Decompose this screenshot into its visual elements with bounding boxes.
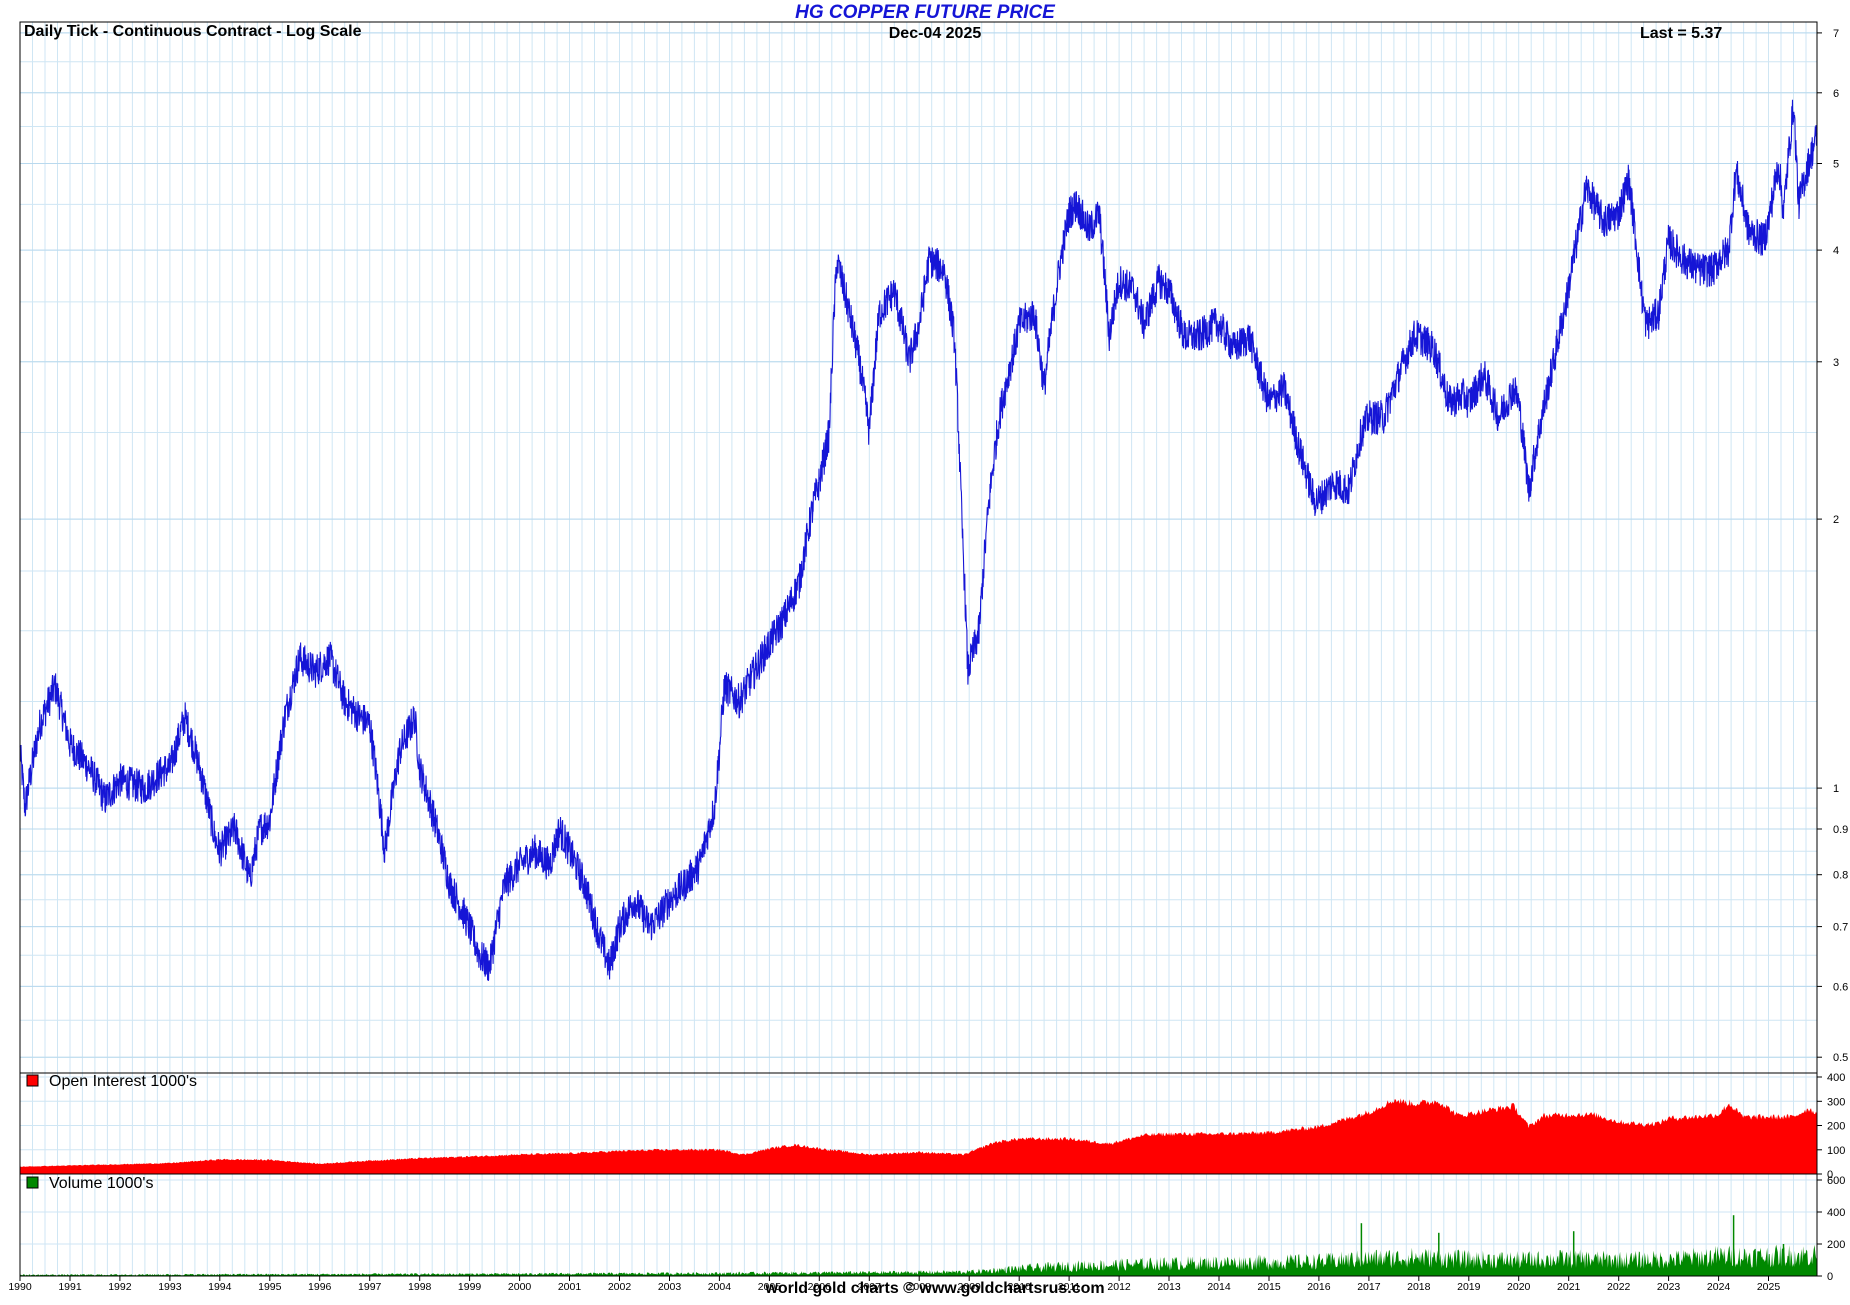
price-y-tick-label: 0.6 [1833, 981, 1848, 993]
oi-y-tick-label: 100 [1827, 1145, 1845, 1157]
volume-legend-swatch [26, 1176, 39, 1189]
price-y-tick-label: 5 [1833, 159, 1839, 171]
oi-y-tick-label: 400 [1827, 1072, 1845, 1084]
chart-title: HG COPPER FUTURE PRICE [795, 2, 1055, 23]
price-y-tick-label: 4 [1833, 245, 1839, 257]
vol-y-tick-label: 600 [1827, 1175, 1845, 1187]
price-y-tick-label: 1 [1833, 783, 1839, 795]
oi-y-tick-label: 300 [1827, 1096, 1845, 1108]
price-y-tick-label: 0.7 [1833, 922, 1848, 934]
price-y-tick-label: 2 [1833, 514, 1839, 526]
price-y-tick-label: 0.8 [1833, 870, 1848, 882]
price-y-tick-label: 3 [1833, 357, 1839, 369]
oi-y-tick-label: 200 [1827, 1121, 1845, 1133]
vol-y-tick-label: 200 [1827, 1239, 1845, 1251]
data-layer [19, 99, 1818, 1276]
price-panel-frame [19, 21, 1818, 1074]
chart-canvas: 0.50.60.70.80.91234567010020030040002004… [8, 21, 1848, 1293]
oi-legend-swatch [26, 1074, 39, 1087]
open-interest-area [20, 1098, 1817, 1174]
footer-credit: world gold charts © www.goldchartsrus.co… [765, 1280, 1105, 1297]
price-y-tick-label: 6 [1833, 88, 1839, 100]
axis-layer: 0.50.60.70.80.91234567010020030040002004… [8, 28, 1848, 1293]
chart-date: Dec-04 2025 [888, 25, 982, 42]
copper-chart: 0.5 0.6 0.7 0.8 0.9 1 2 3 4 5 6 7 0 100 200 300 400 0 200 4… [0, 0, 1850, 1300]
last-price: Last = 5.37 [1640, 25, 1723, 42]
vol-y-tick-label: 400 [1827, 1207, 1845, 1219]
volume-area [20, 1244, 1817, 1276]
volume-legend-label: Volume 1000's [49, 1175, 153, 1192]
frame-layer [19, 21, 1818, 1277]
oi-legend-label: Open Interest 1000's [49, 1073, 197, 1090]
price-y-tick-label: 0.5 [1833, 1052, 1848, 1064]
grid-layer [19, 22, 1817, 1277]
price-series-line [19, 99, 1818, 981]
price-y-tick-label: 0.9 [1833, 824, 1848, 836]
